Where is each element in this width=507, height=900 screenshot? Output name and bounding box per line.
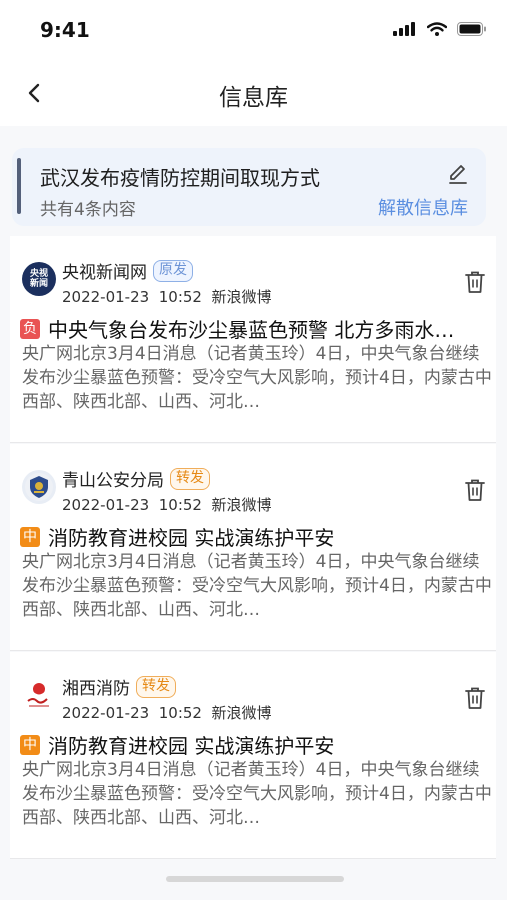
post-summary: 央广网北京3月4日消息（记者黄玉玲）4日，中央气象台继续发布沙尘暴蓝色预警：受冷…	[22, 552, 492, 620]
source-avatar: 央视新闻	[22, 262, 56, 296]
home-indicator[interactable]	[166, 876, 344, 882]
post-meta: 2022-01-23 10:52 新浪微博	[62, 702, 272, 723]
peoples-daily-logo-icon	[27, 683, 49, 707]
accent-bar	[17, 158, 21, 214]
post-meta: 2022-01-23 10:52 新浪微博	[62, 494, 272, 515]
status-bar: 9:41	[0, 0, 507, 60]
library-title: 武汉发布疫情防控期间取现方式	[40, 166, 320, 190]
post-time: 10:52	[158, 288, 202, 306]
forward-tag: 转发	[136, 675, 176, 698]
post-item[interactable]: 央视新闻 央视新闻网 原发 2022-01-23 10:52 新浪微博 负 中央…	[10, 236, 496, 443]
library-info-card: 武汉发布疫情防控期间取现方式 共有4条内容 解散信息库	[12, 148, 486, 226]
post-platform: 新浪微博	[211, 704, 272, 722]
post-meta: 2022-01-23 10:52 新浪微博	[62, 286, 272, 307]
police-emblem-icon	[25, 473, 53, 501]
post-item[interactable]: 湘西消防 转发 2022-01-23 10:52 新浪微博 中 消防教育进校园 …	[10, 652, 496, 859]
original-tag: 原发	[153, 259, 193, 282]
edit-icon[interactable]	[446, 162, 470, 186]
trash-icon[interactable]	[464, 478, 486, 502]
post-time: 10:52	[158, 704, 202, 722]
post-date: 2022-01-23	[62, 288, 150, 306]
nav-bar: 信息库	[0, 60, 507, 126]
wifi-icon	[427, 22, 447, 36]
post-summary: 央广网北京3月4日消息（记者黄玉玲）4日，中央气象台继续发布沙尘暴蓝色预警：受冷…	[22, 760, 492, 828]
avatar-logo-text: 央视新闻	[29, 269, 48, 289]
post-headline: 消防教育进校园 实战演练护平安	[48, 734, 335, 758]
trash-icon[interactable]	[464, 686, 486, 710]
post-headline: 消防教育进校园 实战演练护平安	[48, 526, 335, 550]
page-title: 信息库	[219, 85, 288, 111]
dissolve-library-button[interactable]: 解散信息库	[378, 194, 468, 220]
source-avatar	[22, 678, 56, 712]
source-avatar	[22, 470, 56, 504]
post-headline: 中央气象台发布沙尘暴蓝色预警 北方多雨水…	[48, 318, 455, 342]
battery-icon	[457, 22, 486, 36]
post-platform: 新浪微博	[211, 496, 272, 514]
sentiment-badge: 中	[20, 526, 40, 547]
cellular-signal-icon	[393, 22, 415, 36]
library-count: 共有4条内容	[40, 200, 136, 220]
post-platform: 新浪微博	[211, 288, 272, 306]
post-summary: 央广网北京3月4日消息（记者黄玉玲）4日，中央气象台继续发布沙尘暴蓝色预警：受冷…	[22, 344, 492, 412]
sentiment-badge: 中	[20, 734, 40, 755]
source-name: 青山公安分局	[62, 471, 164, 491]
forward-tag: 转发	[170, 467, 210, 490]
post-date: 2022-01-23	[62, 704, 150, 722]
post-time: 10:52	[158, 496, 202, 514]
sentiment-badge: 负	[20, 318, 40, 339]
post-item[interactable]: 青山公安分局 转发 2022-01-23 10:52 新浪微博 中 消防教育进校…	[10, 444, 496, 651]
trash-icon[interactable]	[464, 270, 486, 294]
post-date: 2022-01-23	[62, 496, 150, 514]
source-name: 湘西消防	[62, 679, 130, 699]
source-name: 央视新闻网	[62, 263, 147, 283]
status-time: 9:41	[40, 18, 90, 42]
